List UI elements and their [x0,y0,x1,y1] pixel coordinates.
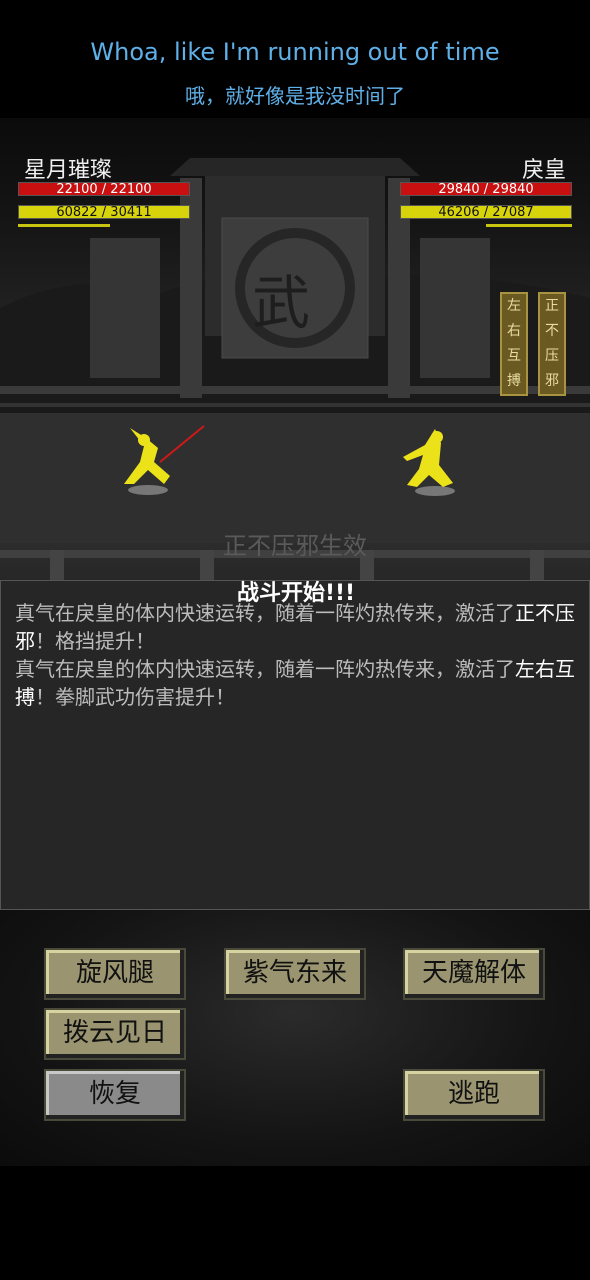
enemy-name: 戾皇 [522,158,567,183]
effect-text: 正不压邪生效 [223,532,367,560]
log-entry: 真气在戾皇的体内快速运转，随着一阵灼热传来，激活了左右互搏！拳脚武功伤害提升！ [15,657,575,709]
enemy-fighter [403,429,455,496]
player-qi-text: 60822 / 30411 [56,205,152,220]
enemy-charge-bar [486,224,572,227]
bottom-area [0,1166,590,1280]
skill-xuanfengtui-button[interactable]: 旋风腿 [44,948,186,1000]
skill-panel: 旋风腿 紫气东来 天魔解体 拨云见日 恢复 逃跑 [0,910,590,1166]
subtitle-chinese: 哦，就好像是我没时间了 [185,84,405,108]
skill-bayunjianri-button[interactable]: 拨云见日 [44,1008,186,1060]
battle-scene: 武 星月璀璨 22100 / 22100 60822 / 30411 戾皇 29… [0,118,590,590]
player-name: 星月璀璨 [24,158,113,183]
log-entry: 真气在戾皇的体内快速运转，随着一阵灼热传来，激活了正不压邪！格挡提升！ [15,601,575,653]
buff-tag-zuoyouhubo: 左右互搏 [500,292,528,396]
enemy-hp-bar: 29840 / 29840 [400,182,572,197]
player-hp-text: 22100 / 22100 [56,182,152,197]
battle-log[interactable]: 战斗开始!!! 真气在戾皇的体内快速运转，随着一阵灼热传来，激活了正不压邪！格挡… [0,580,590,910]
player-charge-bar [18,224,110,227]
buff-tag-zhengbuyaxie: 正不压邪 [538,292,566,396]
player-fighter [124,425,205,495]
subtitle-english: Whoa, like I'm running out of time [90,38,500,66]
banner-glyph: 武 [252,269,311,337]
enemy-hp-text: 29840 / 29840 [438,182,534,197]
enemy-qi-bar: 46206 / 27087 [400,205,572,220]
subtitle-bar: Whoa, like I'm running out of time 哦，就好像… [0,0,590,118]
skill-ziqidonglai-button[interactable]: 紫气东来 [224,948,366,1000]
recover-button[interactable]: 恢复 [44,1069,186,1121]
enemy-qi-text: 46206 / 27087 [438,205,534,220]
player-qi-bar: 60822 / 30411 [18,205,190,220]
skill-tianmojieti-button[interactable]: 天魔解体 [403,948,545,1000]
escape-button[interactable]: 逃跑 [403,1069,545,1121]
player-hp-bar: 22100 / 22100 [18,182,190,197]
